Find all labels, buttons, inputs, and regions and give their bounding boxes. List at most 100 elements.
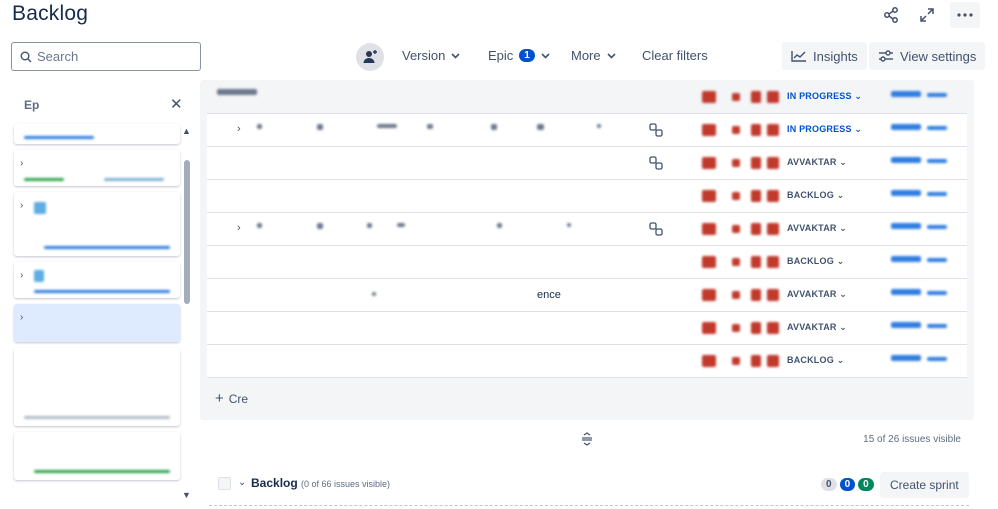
epic-card[interactable] bbox=[14, 124, 180, 144]
redacted-label bbox=[767, 91, 779, 103]
issue-row[interactable]: BACKLOG ⌄ bbox=[207, 180, 967, 213]
epic-card-selected[interactable]: › bbox=[14, 304, 180, 342]
scrollbar-thumb[interactable] bbox=[184, 160, 190, 304]
epic-filter-count: 1 bbox=[519, 49, 535, 62]
filter-toolbar: Version Epic 1 More Clear filters Insigh… bbox=[0, 42, 998, 72]
clear-filters-button[interactable]: Clear filters bbox=[642, 48, 708, 63]
redacted-label bbox=[767, 157, 779, 169]
redacted-label bbox=[767, 256, 779, 268]
child-issues-icon[interactable] bbox=[649, 156, 663, 170]
status-dropdown[interactable]: BACKLOG ⌄ bbox=[787, 355, 844, 366]
chevron-down-icon: ⌄ bbox=[836, 289, 848, 299]
child-issues-icon[interactable] bbox=[649, 123, 663, 137]
redacted-label bbox=[751, 256, 761, 268]
backlog-header: ⌄ Backlog (0 of 66 issues visible) 0 0 0… bbox=[215, 472, 975, 498]
status-dropdown[interactable]: BACKLOG ⌄ bbox=[787, 256, 844, 267]
redacted-text bbox=[367, 223, 372, 228]
search-box[interactable] bbox=[11, 42, 201, 71]
status-label: AVVAKTAR bbox=[787, 289, 837, 299]
epic-panel: Ep ✕ › › › › ▲ ▼ bbox=[10, 88, 196, 509]
issue-row[interactable]: ence AVVAKTAR ⌄ bbox=[207, 279, 967, 312]
sliders-icon bbox=[879, 50, 893, 62]
epic-card[interactable] bbox=[14, 432, 180, 480]
create-sprint-button[interactable]: Create sprint bbox=[880, 472, 969, 498]
scroll-down-icon[interactable]: ▼ bbox=[182, 490, 191, 500]
redacted-label bbox=[767, 190, 779, 202]
redacted-text bbox=[537, 124, 544, 130]
epic-scrollbar[interactable]: ▲ ▼ bbox=[182, 126, 192, 500]
issue-row[interactable]: BACKLOG ⌄ bbox=[207, 345, 967, 378]
chevron-right-icon[interactable]: › bbox=[237, 123, 241, 135]
epic-card[interactable]: › bbox=[14, 192, 180, 256]
create-issue-button[interactable]: + Cre bbox=[215, 390, 248, 407]
issue-row[interactable]: AVVAKTAR ⌄ bbox=[207, 147, 967, 180]
status-dropdown[interactable]: AVVAKTAR ⌄ bbox=[787, 223, 847, 234]
child-issues-icon[interactable] bbox=[649, 222, 663, 236]
backlog-title: Backlog bbox=[251, 476, 298, 490]
status-dropdown[interactable]: IN PROGRESS ⌄ bbox=[787, 124, 862, 135]
backlog-issue-count: (0 of 66 issues visible) bbox=[301, 479, 391, 489]
more-filter[interactable]: More bbox=[571, 48, 616, 63]
epic-card[interactable]: › bbox=[14, 150, 180, 186]
redacted-text bbox=[597, 124, 601, 128]
chevron-down-icon[interactable]: ⌄ bbox=[238, 477, 246, 488]
status-label: AVVAKTAR bbox=[787, 157, 837, 167]
chevron-down-icon bbox=[541, 52, 550, 59]
expand-icon[interactable] bbox=[914, 2, 940, 28]
scroll-up-icon[interactable]: ▲ bbox=[182, 126, 191, 136]
epic-progress-bar bbox=[24, 178, 64, 181]
issue-row[interactable]: AVVAKTAR ⌄ bbox=[207, 312, 967, 345]
chevron-down-icon: ⌄ bbox=[851, 91, 863, 101]
redacted-label bbox=[732, 258, 740, 266]
issue-row[interactable]: IN PROGRESS ⌄ bbox=[207, 81, 967, 114]
redacted-text bbox=[372, 292, 376, 296]
epic-progress-bar bbox=[34, 290, 170, 293]
redacted-assignee bbox=[891, 124, 921, 130]
issue-row[interactable]: › IN PROGRESS ⌄ bbox=[207, 114, 967, 147]
more-actions-icon[interactable] bbox=[950, 2, 980, 28]
status-dropdown[interactable]: BACKLOG ⌄ bbox=[787, 190, 844, 201]
close-icon[interactable]: ✕ bbox=[170, 95, 183, 113]
redacted-label bbox=[767, 289, 779, 301]
redacted-assignee bbox=[927, 357, 947, 361]
status-dropdown[interactable]: AVVAKTAR ⌄ bbox=[787, 322, 847, 333]
chart-icon bbox=[791, 51, 806, 62]
redacted-label bbox=[751, 355, 761, 367]
epic-filter[interactable]: Epic 1 bbox=[488, 48, 550, 63]
redacted-assignee bbox=[927, 324, 947, 328]
redacted-text bbox=[377, 124, 397, 128]
status-dropdown[interactable]: IN PROGRESS ⌄ bbox=[787, 91, 862, 102]
redacted-text bbox=[217, 89, 257, 95]
redacted-assignee bbox=[891, 289, 921, 295]
create-issue-label: Cre bbox=[228, 391, 249, 406]
status-dropdown[interactable]: AVVAKTAR ⌄ bbox=[787, 157, 847, 168]
share-icon[interactable] bbox=[878, 2, 904, 28]
chevron-down-icon: ⌄ bbox=[851, 124, 863, 134]
backlog-select-checkbox[interactable] bbox=[218, 477, 231, 490]
redacted-label bbox=[751, 91, 761, 103]
issue-row[interactable]: › AVVAKTAR ⌄ bbox=[207, 213, 967, 246]
status-dropdown[interactable]: AVVAKTAR ⌄ bbox=[787, 289, 847, 300]
done-count-badge: 0 bbox=[858, 478, 874, 491]
add-people-avatar[interactable] bbox=[356, 43, 384, 71]
redacted-label bbox=[751, 190, 761, 202]
redacted-label bbox=[767, 322, 779, 334]
add-user-icon bbox=[363, 50, 377, 63]
chevron-down-icon: ⌄ bbox=[833, 256, 845, 266]
search-input[interactable] bbox=[37, 49, 187, 64]
redacted-assignee bbox=[927, 126, 947, 130]
resize-handle-icon[interactable] bbox=[581, 432, 593, 449]
redacted-text bbox=[567, 223, 571, 227]
status-counters: 0 0 0 bbox=[821, 478, 874, 491]
epic-card[interactable]: › bbox=[14, 262, 180, 298]
redacted-text bbox=[497, 223, 502, 228]
version-filter[interactable]: Version bbox=[402, 48, 460, 63]
insights-button[interactable]: Insights bbox=[782, 42, 867, 70]
issue-row[interactable]: BACKLOG ⌄ bbox=[207, 246, 967, 279]
chevron-right-icon[interactable]: › bbox=[237, 222, 241, 234]
epic-card[interactable] bbox=[14, 348, 180, 426]
redacted-label bbox=[767, 223, 779, 235]
view-settings-button[interactable]: View settings bbox=[869, 42, 986, 70]
redacted-label bbox=[767, 124, 779, 136]
chevron-down-icon: ⌄ bbox=[836, 157, 848, 167]
